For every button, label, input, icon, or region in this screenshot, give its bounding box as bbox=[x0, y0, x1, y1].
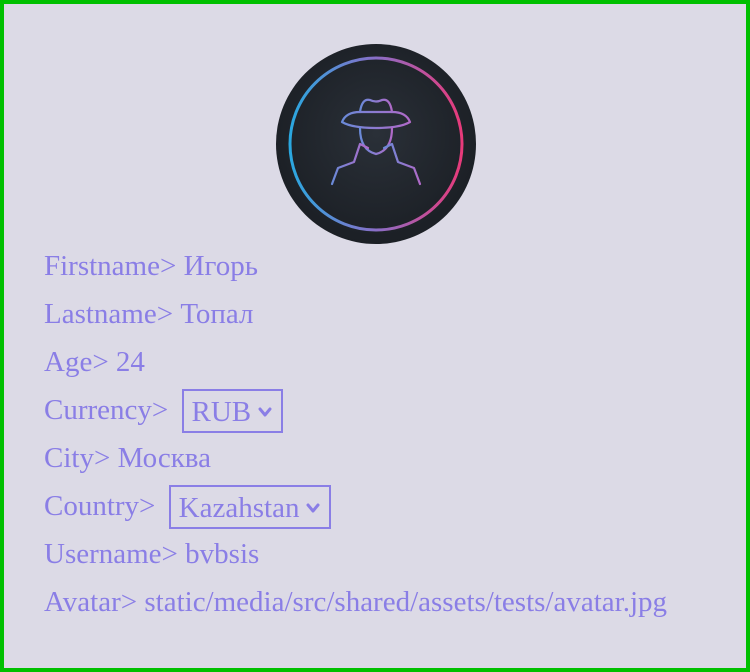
city-value: Москва bbox=[117, 442, 211, 474]
incognito-spy-icon bbox=[288, 56, 464, 232]
country-row: Country> Kazahstan bbox=[44, 482, 706, 530]
firstname-label: Firstname> bbox=[44, 250, 177, 282]
lastname-value: Топал bbox=[180, 298, 254, 330]
avatar-path-row: Avatar> static/media/src/shared/assets/t… bbox=[44, 578, 706, 626]
currency-selected-value: RUB bbox=[191, 396, 252, 429]
lastname-label: Lastname> bbox=[44, 298, 174, 330]
age-value: 24 bbox=[115, 346, 145, 378]
profile-details: Firstname> Игорь Lastname> Топал Age> 24… bbox=[44, 242, 706, 626]
city-label: City> bbox=[44, 442, 111, 474]
avatar-path-value: static/media/src/shared/assets/tests/ava… bbox=[144, 586, 668, 618]
country-select[interactable]: Kazahstan bbox=[168, 485, 332, 530]
firstname-value: Игорь bbox=[183, 250, 258, 282]
username-value: bvbsis bbox=[185, 538, 260, 570]
country-selected-value: Kazahstan bbox=[178, 492, 300, 525]
chevron-down-icon bbox=[306, 503, 320, 513]
username-row: Username> bvbsis bbox=[44, 530, 706, 578]
avatar bbox=[276, 44, 476, 244]
country-label: Country> bbox=[44, 490, 156, 522]
currency-row: Currency> RUB bbox=[44, 386, 706, 434]
lastname-row: Lastname> Топал bbox=[44, 290, 706, 338]
age-row: Age> 24 bbox=[44, 338, 706, 386]
age-label: Age> bbox=[44, 346, 109, 378]
currency-label: Currency> bbox=[44, 394, 169, 426]
username-label: Username> bbox=[44, 538, 178, 570]
chevron-down-icon bbox=[258, 407, 272, 417]
currency-select[interactable]: RUB bbox=[181, 389, 284, 434]
profile-card: Firstname> Игорь Lastname> Топал Age> 24… bbox=[4, 4, 746, 668]
avatar-path-label: Avatar> bbox=[44, 586, 138, 618]
city-row: City> Москва bbox=[44, 434, 706, 482]
firstname-row: Firstname> Игорь bbox=[44, 242, 706, 290]
